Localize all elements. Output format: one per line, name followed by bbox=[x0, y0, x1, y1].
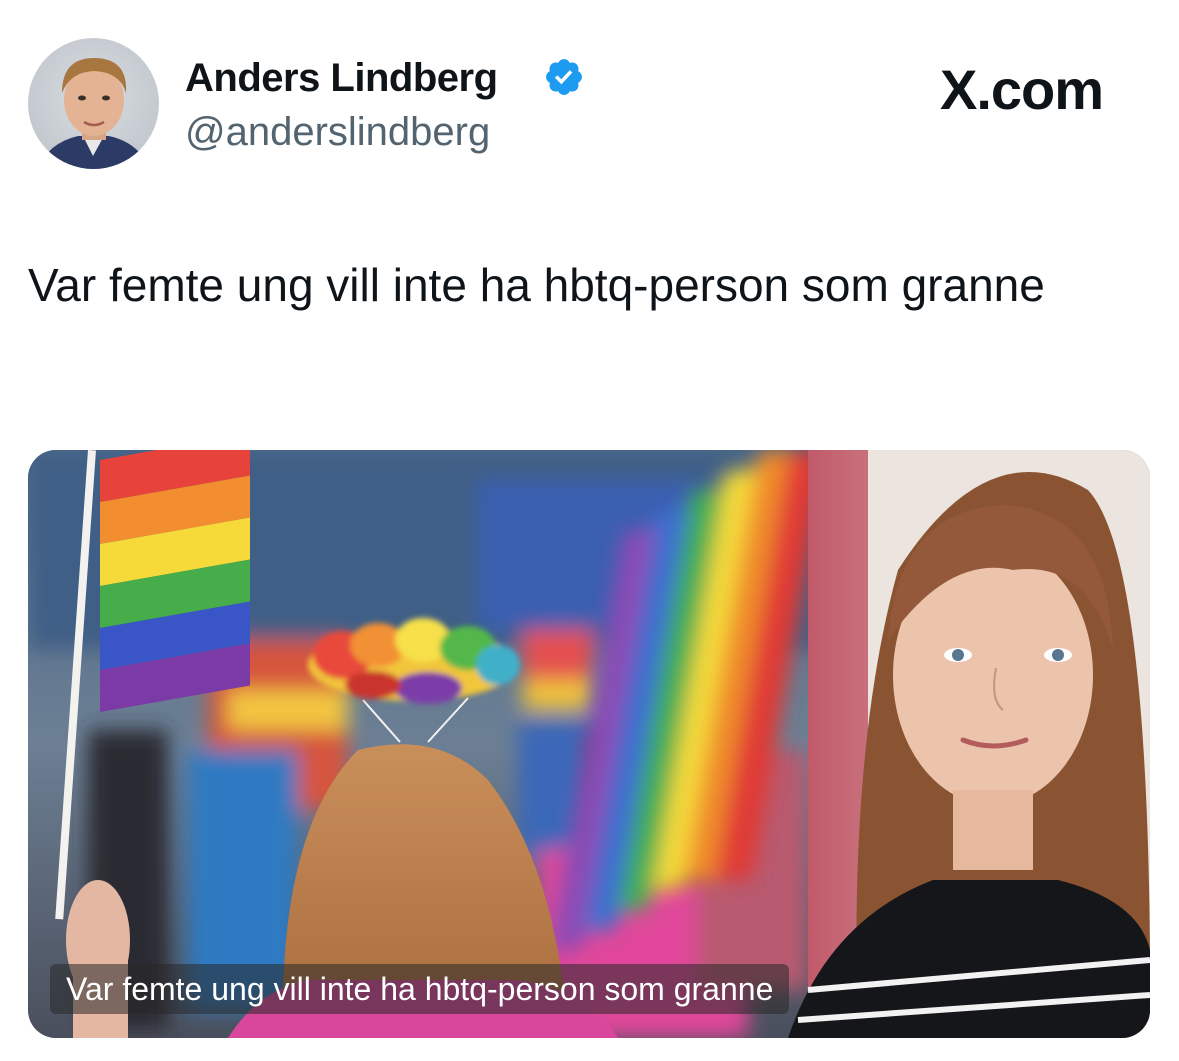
verified-badge-icon bbox=[546, 59, 582, 95]
media-caption: Var femte ung vill inte ha hbtq-person s… bbox=[50, 964, 790, 1014]
x-logo[interactable]: X.com bbox=[940, 58, 1104, 122]
author-handle[interactable]: @anderslindberg bbox=[185, 108, 490, 156]
author-avatar[interactable] bbox=[28, 38, 159, 169]
author-name[interactable]: Anders Lindberg bbox=[185, 54, 498, 102]
tweet-text: Var femte ung vill inte ha hbtq-person s… bbox=[28, 259, 1045, 311]
tweet-media-image[interactable]: Var femte ung vill inte ha hbtq-person s… bbox=[28, 450, 1150, 1038]
pride-parade-photo bbox=[28, 450, 1150, 1038]
